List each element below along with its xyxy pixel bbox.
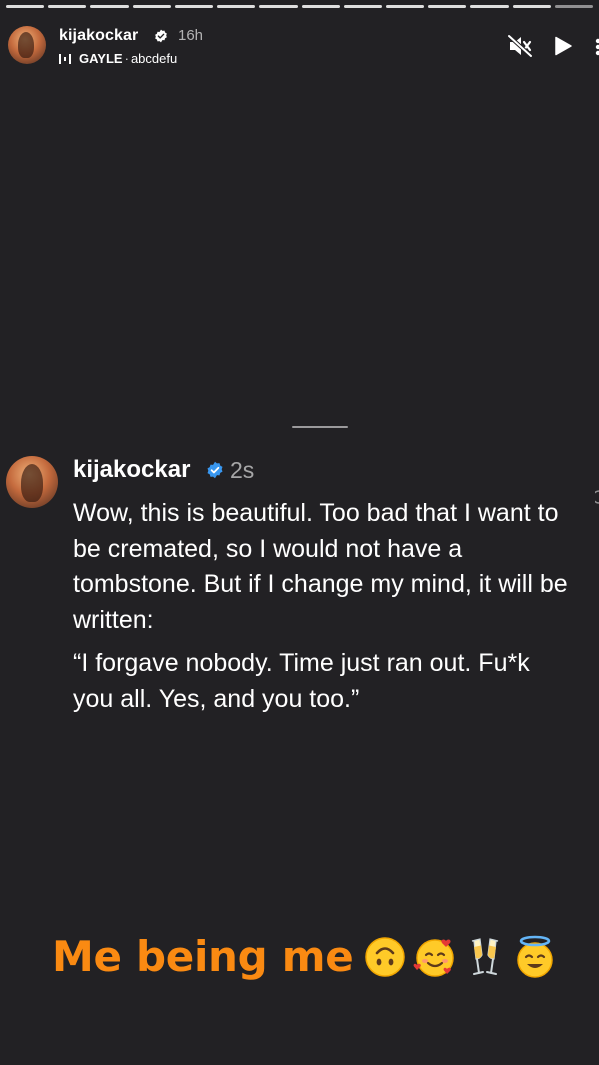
progress-segment	[343, 5, 382, 8]
story-time: 16h	[178, 27, 204, 44]
music-attribution[interactable]: GAYLE · abcdefu	[59, 51, 177, 66]
progress-segment	[512, 5, 551, 8]
play-icon[interactable]	[553, 36, 573, 56]
reply-quote: “I forgave nobody. Time just ran out. Fu…	[73, 649, 530, 713]
progress-segment	[217, 5, 256, 8]
upside-down-face-icon	[365, 936, 406, 977]
smiling-face-with-halo-icon	[517, 935, 554, 978]
progress-segment	[90, 5, 129, 8]
progress-segment	[48, 5, 87, 8]
caption-emojis	[363, 935, 557, 979]
caption-text: Me being me	[52, 932, 354, 981]
progress-segment	[259, 5, 298, 8]
music-separator: ·	[124, 51, 129, 66]
music-song: abcdefu	[130, 51, 178, 66]
avatar[interactable]	[6, 456, 58, 508]
progress-segment	[385, 5, 425, 8]
reply-time: 2s	[230, 457, 255, 483]
music-artist: GAYLE	[79, 51, 123, 66]
mute-icon[interactable]	[507, 34, 533, 58]
progress-segment	[132, 5, 171, 8]
avatar[interactable]	[8, 26, 46, 64]
progress-segment	[301, 5, 340, 8]
progress-segment	[428, 5, 467, 8]
progress-segment	[554, 5, 594, 8]
verified-badge-icon	[155, 29, 167, 43]
verified-badge-icon	[207, 461, 223, 479]
clinking-glasses-icon	[472, 937, 499, 975]
music-bars-icon	[59, 53, 71, 64]
progress-segment	[470, 5, 509, 8]
progress-segment	[6, 5, 45, 8]
reply-paragraph: Wow, this is beautiful. Too bad that I w…	[73, 499, 568, 634]
smiling-face-with-hearts-icon	[413, 938, 455, 977]
more-options-icon[interactable]	[595, 38, 599, 56]
side-edge-marker	[595, 490, 599, 504]
reply-username[interactable]: kijakockar	[73, 456, 190, 484]
story-progress-bars	[6, 5, 594, 8]
drag-handle[interactable]	[292, 426, 348, 428]
story-caption: Me being me	[52, 932, 557, 981]
progress-segment	[174, 5, 214, 8]
story-username[interactable]: kijakockar	[59, 27, 138, 45]
reply-text: Wow, this is beautiful. Too bad that I w…	[73, 496, 573, 717]
